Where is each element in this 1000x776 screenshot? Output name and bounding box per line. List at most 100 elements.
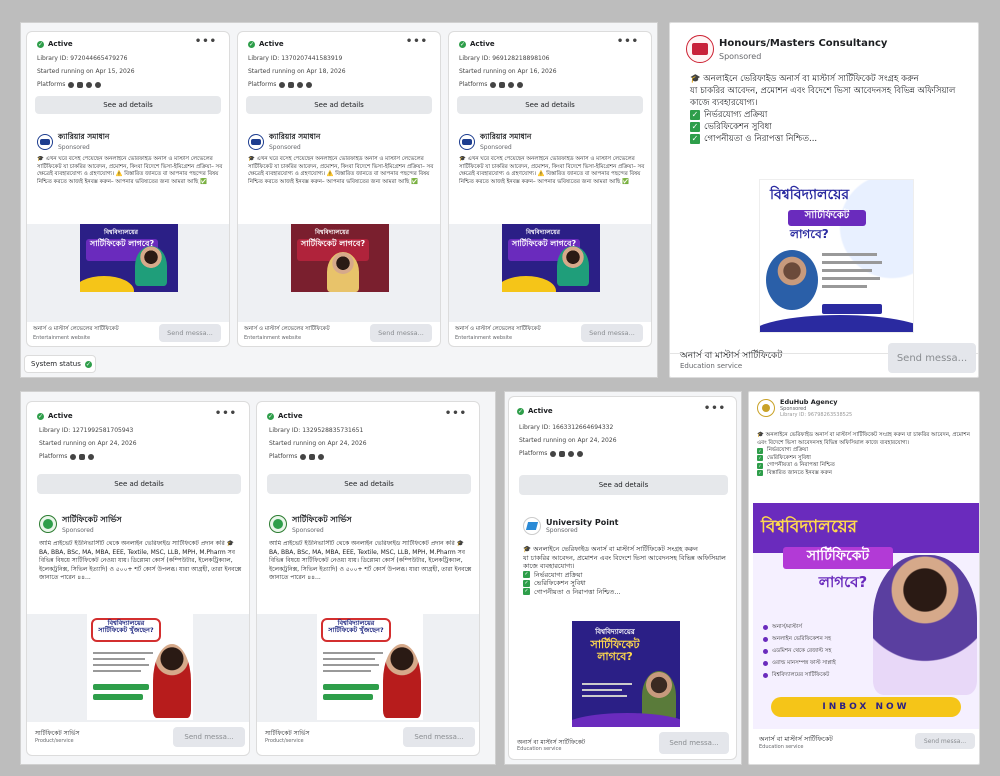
ad-creative-image[interactable]: বিশ্ববিদ্যালয়ের সার্টিফিকেট লাগবে? (502, 224, 600, 292)
advertiser-name[interactable]: EduHub Agency (780, 398, 852, 406)
send-message-button[interactable]: Send messa... (403, 727, 475, 747)
sponsored-label: Sponsored (62, 527, 94, 534)
creative-list-item: বিশ্ববিদ্যালয়ের সার্টিফিকেট (763, 669, 873, 681)
more-options-button[interactable]: ••• (195, 36, 217, 47)
started-running: Started running on Apr 24, 2026 (269, 440, 367, 447)
advertiser-name[interactable]: ক্যারিয়ার সমাধান (58, 132, 109, 144)
advertiser-name[interactable]: সার্টিফিকেট সার্ভিস (62, 514, 121, 527)
more-options-button[interactable]: ••• (406, 36, 428, 47)
creative-title: সার্টিফিকেট লাগবে? (590, 638, 640, 663)
check-box-icon: ✓ (757, 470, 763, 477)
system-status-button[interactable]: System status ✓ (24, 355, 96, 373)
footer-category: Entertainment website (455, 335, 513, 341)
advertiser-avatar[interactable] (248, 133, 264, 150)
advertiser-avatar[interactable] (686, 35, 714, 63)
creative-list-label: অনলাইন ভেরিফিকেশন সহ (772, 636, 832, 642)
ad-body: 🎓 এখন ঘরে বসেই পেয়েছেন অনলাইনে ভেরিফাইড… (459, 156, 645, 185)
advertiser-name[interactable]: Honours/Masters Consultancy (719, 38, 887, 49)
system-status-label: System status (31, 360, 81, 368)
audience-network-icon (508, 81, 515, 88)
inbox-now-banner: INBOX NOW (771, 697, 961, 717)
check-box-icon: ✓ (690, 122, 700, 132)
check-item-label: গোপনীয়তা ও নিরাপত্তা নিশ্চিত... (534, 587, 621, 596)
facebook-icon (68, 81, 75, 88)
advertiser-name[interactable]: সার্টিফিকেট সার্ভিস (292, 514, 351, 527)
status-label: Active (48, 40, 73, 48)
see-ad-details-button[interactable]: See ad details (457, 96, 643, 114)
advertiser-avatar[interactable] (269, 515, 287, 533)
see-ad-details-button[interactable]: See ad details (35, 96, 221, 114)
started-running: Started running on Apr 16, 2026 (459, 68, 557, 75)
creative-list-label: বিশ্ববিদ্যালয়ের সার্টিফিকেট (772, 672, 830, 678)
library-id: Library ID: 1370207441583919 (248, 55, 343, 62)
ad-creative-image[interactable]: বিশ্ববিদ্যালয়ের সার্টিফিকেট খুঁজছেন? (87, 614, 193, 720)
status-label: Active (278, 412, 303, 420)
check-box-icon: ✓ (690, 134, 700, 144)
check-item-label: নির্ভরযোগ্য প্রক্রিয়া (534, 570, 583, 579)
send-message-button[interactable]: Send messa... (159, 324, 221, 342)
ad-creative-image[interactable]: বিশ্ববিদ্যালয়ের সার্টিফিকেট খুঁজছেন? (317, 614, 423, 720)
check-item-label: বিস্তারিত জানতে ইনবক্স করুন (767, 469, 832, 476)
send-message-button[interactable]: Send messa... (581, 324, 643, 342)
ad-body-line1: 🎓 অনলাইনে ভেরিফাইড অনার্স বা মাস্টার্স স… (757, 432, 970, 446)
see-ad-details-button[interactable]: See ad details (267, 474, 471, 494)
ad-body: আমি প্রাইভেট ইউনিভার্সিটি থেকে অনলাইন ভে… (269, 540, 472, 581)
creative-list-item: ওরাল্ড মানসম্পন্ন ফাস্ট সাপ্লাই (763, 657, 873, 669)
platforms-row: Platforms (269, 450, 367, 463)
check-box-icon: ✓ (523, 571, 530, 579)
check-list: ✓ নির্ভরযোগ্য প্রক্রিয়া ✓ ভেরিফিকেশন সুবিধ… (523, 571, 728, 597)
check-item: ✓ ভেরিফিকেশন সুবিধা (757, 455, 975, 463)
more-options-button[interactable]: ••• (617, 36, 639, 47)
advertiser-avatar[interactable] (459, 133, 475, 150)
status-label: Active (259, 40, 284, 48)
advertiser-name[interactable]: ক্যারিয়ার সমাধান (480, 132, 531, 144)
bullet-icon (763, 672, 768, 678)
footer-label: অনার্স ও মাস্টার্স লেভেলের সার্টিফিকেট (33, 326, 119, 332)
creative-title-3: লাগবে? (790, 227, 829, 241)
advertiser-avatar[interactable] (39, 515, 57, 533)
ad-body: 🎓 অনলাইনে ভেরিফাইড অনার্স বা মাস্টার্স স… (523, 545, 728, 596)
started-running: Started running on Apr 24, 2026 (39, 440, 137, 447)
ad-creative-image[interactable]: বিশ্ববিদ্যালয়ের সার্টিফিকেট লাগবে? (80, 224, 178, 292)
ad-creative-image[interactable]: বিশ্ববিদ্যালয়ের সার্টিফিকেট লাগবে? অনার… (753, 503, 979, 729)
sponsored-label: Sponsored (480, 144, 512, 151)
platforms-label: Platforms (37, 81, 66, 88)
send-message-button[interactable]: Send messa... (659, 732, 729, 754)
advertiser-avatar[interactable] (757, 399, 775, 417)
ad-creative-image[interactable]: বিশ্ববিদ্যালয়ের সার্টিফিকেট লাগবে? (572, 621, 680, 727)
send-message-button[interactable]: Send messa... (888, 343, 976, 373)
check-item: ✓ ভেরিফিকেশন সুবিধা (523, 579, 728, 588)
advertiser-name[interactable]: University Point (546, 518, 618, 527)
creative-list: অনার্স/মাস্টার্স অনলাইন ভেরিফিকেশন সহ এডমি… (763, 621, 873, 681)
status-label: Active (528, 407, 553, 415)
see-ad-details-button[interactable]: See ad details (246, 96, 432, 114)
check-item: ✓ ভেরিফিকেশন সুবিধা (690, 121, 975, 133)
check-item-label: গোপনীয়তা ও নিরাপত্তা নিশ্চিত... (704, 134, 818, 144)
creative-list-label: অনার্স/মাস্টার্স (772, 624, 802, 630)
see-ad-details-button[interactable]: See ad details (519, 475, 728, 495)
footer-category: Education service (517, 746, 562, 752)
more-options-button[interactable]: ••• (445, 408, 467, 419)
sponsored-label: Sponsored (546, 527, 578, 534)
ad-creative-image[interactable]: বিশ্ববিদ্যালয়ের সার্টিফিকেট লাগবে? (759, 179, 914, 333)
bullet-icon (763, 624, 768, 630)
see-ad-details-button[interactable]: See ad details (37, 474, 241, 494)
advertiser-name[interactable]: ক্যারিয়ার সমাধান (269, 132, 320, 144)
advertiser-avatar[interactable] (37, 133, 53, 150)
creative-photo (327, 252, 359, 292)
check-item: ✓ নির্ভরযোগ্য প্রক্রিয়া (523, 571, 728, 580)
active-status-icon: ✓ (267, 412, 274, 420)
more-options-button[interactable]: ••• (215, 408, 237, 419)
platforms-label: Platforms (269, 453, 298, 460)
send-message-button[interactable]: Send messa... (370, 324, 432, 342)
check-item-label: নির্ভরযোগ্য প্রক্রিয়া (704, 110, 768, 120)
check-item: ✓ নির্ভরযোগ্য প্রক্রিয়া (757, 447, 975, 455)
more-options-button[interactable]: ••• (704, 403, 726, 414)
check-box-icon: ✓ (757, 462, 763, 469)
advertiser-avatar[interactable] (523, 517, 541, 535)
ad-creative-image[interactable]: বিশ্ববিদ্যালয়ের সার্টিফিকেট লাগবে? (291, 224, 389, 292)
send-message-button[interactable]: Send messa... (915, 733, 975, 749)
bullet-icon (763, 660, 768, 666)
creative-button (822, 304, 882, 314)
send-message-button[interactable]: Send messa... (173, 727, 245, 747)
